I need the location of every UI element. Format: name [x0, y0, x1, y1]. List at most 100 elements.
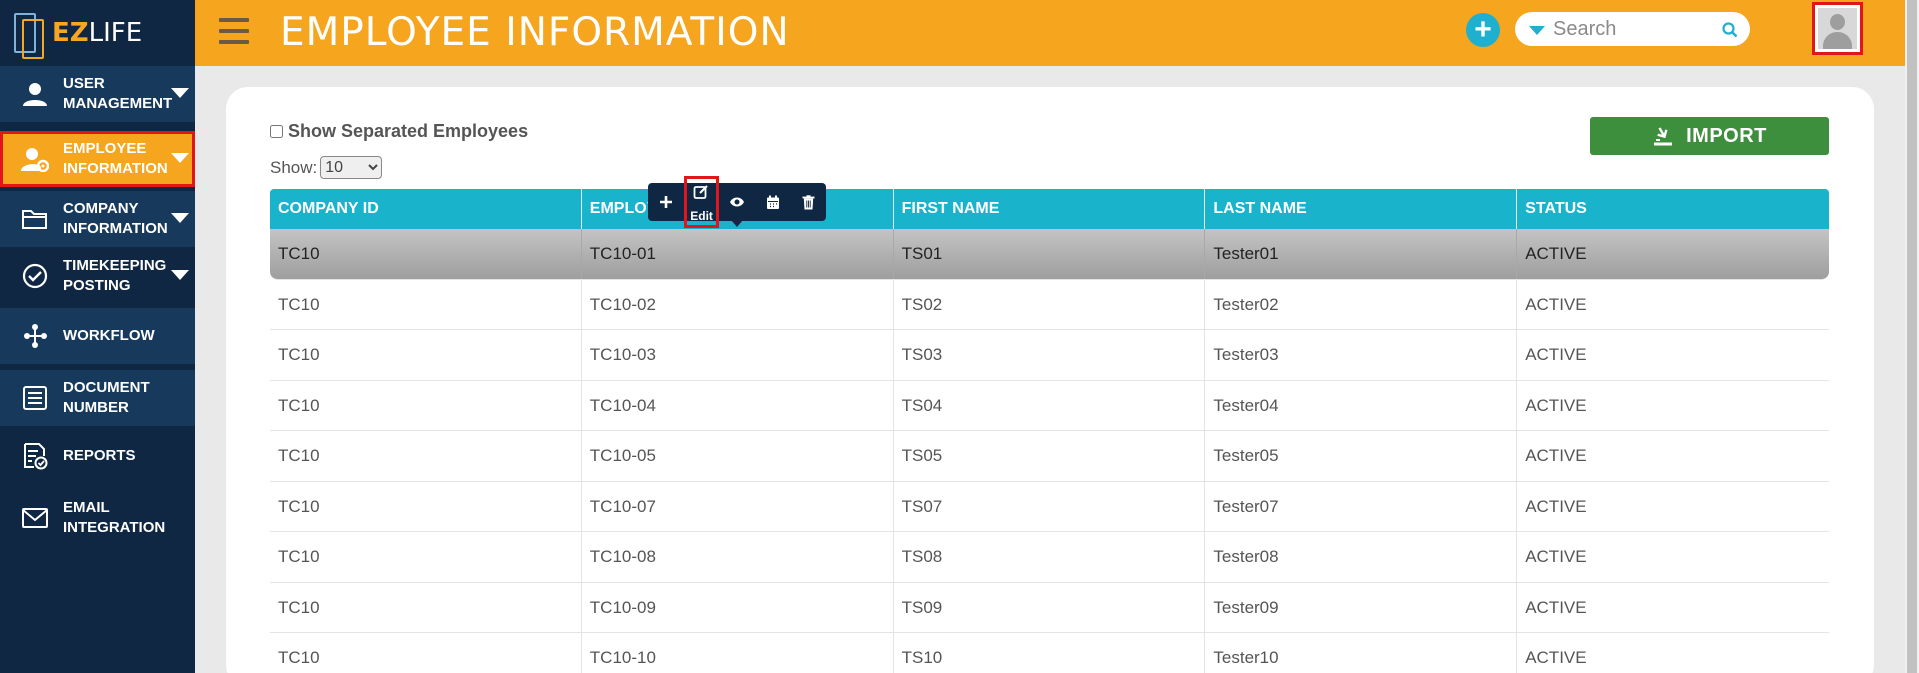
table-row[interactable]: TC10 TC10-09 TS09 Tester09 ACTIVE	[270, 582, 1829, 633]
table-cell: Tester02	[1205, 279, 1518, 329]
table-cell: Tester01	[1205, 229, 1518, 279]
table-row[interactable]: TC10 TC10-02 TS02 Tester02 ACTIVE	[270, 279, 1829, 330]
edit-tooltip: Edit	[690, 209, 713, 223]
user-gear-icon	[18, 146, 52, 172]
edit-icon	[693, 185, 709, 199]
add-button[interactable]: +	[1466, 13, 1500, 47]
table-row[interactable]: TC10 TC10-07 TS07 Tester07 ACTIVE	[270, 481, 1829, 532]
show-separated-checkbox[interactable]	[270, 125, 283, 138]
chevron-down-icon[interactable]	[171, 88, 189, 98]
table-row[interactable]: TC10 TC10-03 TS03 Tester03 ACTIVE	[270, 330, 1829, 381]
view-button[interactable]	[719, 183, 755, 221]
column-header-company-id[interactable]: COMPANY ID	[270, 189, 582, 229]
folder-icon	[18, 207, 52, 231]
table-cell: Tester07	[1205, 481, 1518, 531]
sidebar: EZLIFE USER MANAGEMENT EMPLOYEE INFORMATIO…	[0, 0, 195, 673]
plus-icon	[659, 196, 672, 208]
edit-button[interactable]: Edit	[683, 176, 720, 228]
table-cell: ACTIVE	[1525, 446, 1587, 465]
trash-icon	[802, 194, 815, 209]
scrollbar-thumb[interactable]	[1907, 0, 1917, 673]
table-cell: TS10	[894, 633, 1206, 673]
toolbar-pointer	[731, 220, 743, 227]
table-cell: ACTIVE	[1525, 294, 1587, 314]
table-cell: TC10	[270, 633, 582, 673]
table-cell: TC10	[270, 582, 582, 632]
table-cell: Tester04	[1205, 380, 1518, 430]
table-cell: Tester03	[1205, 330, 1518, 380]
table-cell: TC10-09	[582, 582, 894, 632]
table-row[interactable]: TC10 TC10-05 TS05 Tester05 ACTIVE	[270, 431, 1829, 482]
table-row[interactable]: TC10 TC10-08 TS08 Tester08 ACTIVE	[270, 532, 1829, 583]
sidebar-item-document-number[interactable]: DOCUMENT NUMBER	[0, 370, 195, 426]
add-row-button[interactable]	[648, 183, 684, 221]
table-cell: TS04	[894, 380, 1206, 430]
table-cell: ACTIVE	[1525, 244, 1587, 263]
chevron-down-icon[interactable]	[171, 153, 189, 163]
chevron-down-icon[interactable]	[171, 270, 189, 280]
search-input[interactable]	[1553, 17, 1723, 41]
table-body: TC10 TC10-01 TS01 Tester01 ACTIVE TC10 TC10-02…	[270, 229, 1829, 673]
sidebar-item-company-information[interactable]: COMPANY INFORMATION	[0, 191, 195, 247]
search-filter-dropdown-icon[interactable]	[1529, 26, 1545, 35]
table-cell: TC10-01	[582, 229, 894, 279]
table-cell: ACTIVE	[1525, 597, 1587, 617]
table-row[interactable]: TC10 TC10-10 TS10 Tester10 ACTIVE	[270, 633, 1829, 673]
chevron-down-icon[interactable]	[171, 213, 189, 223]
delete-button[interactable]	[790, 183, 826, 221]
table-cell: TC10-02	[582, 279, 894, 329]
table-cell: ACTIVE	[1525, 648, 1587, 667]
column-header-last-name[interactable]: LAST NAME	[1205, 189, 1518, 229]
table-cell: TC10	[270, 229, 582, 279]
mail-icon	[18, 507, 52, 529]
table-cell: Tester05	[1205, 431, 1518, 481]
row-action-toolbar: Edit	[648, 176, 826, 228]
avatar[interactable]	[1812, 2, 1863, 55]
table-cell: TC10-04	[582, 380, 894, 430]
table-cell: ACTIVE	[1525, 345, 1587, 364]
column-header-first-name[interactable]: FIRST NAME	[894, 189, 1206, 229]
table-cell: TC10	[270, 481, 582, 531]
employee-table: COMPANY ID EMPLOY FIRST NAME LAST NAME S…	[270, 189, 1829, 673]
table-cell: TC10-08	[582, 532, 894, 582]
table-cell: TS07	[894, 481, 1206, 531]
list-icon	[18, 385, 52, 411]
import-button[interactable]: IMPORT	[1590, 117, 1829, 155]
page-size-select[interactable]: 10	[320, 156, 383, 179]
sidebar-item-email-integration[interactable]: EMAIL INTEGRATION	[0, 490, 195, 546]
table-cell: ACTIVE	[1525, 395, 1587, 415]
column-header-status[interactable]: STATUS	[1517, 189, 1829, 229]
top-header: EMPLOYEE INFORMATION +	[195, 0, 1919, 66]
app-logo[interactable]: EZLIFE	[0, 0, 195, 66]
table-cell: TC10-03	[582, 330, 894, 380]
search-icon[interactable]	[1722, 22, 1738, 38]
sidebar-item-employee-information[interactable]: EMPLOYEE INFORMATION	[0, 131, 195, 187]
table-row[interactable]: TC10 TC10-01 TS01 Tester01 ACTIVE	[270, 229, 1829, 280]
table-cell: TC10	[270, 330, 582, 380]
table-cell: TC10-05	[582, 431, 894, 481]
sidebar-item-user-management[interactable]: USER MANAGEMENT	[0, 66, 195, 122]
hamburger-menu-icon[interactable]	[219, 18, 249, 46]
show-separated-employees[interactable]: Show Separated Employees	[270, 121, 528, 142]
table-row[interactable]: TC10 TC10-04 TS04 Tester04 ACTIVE	[270, 380, 1829, 431]
table-cell: TC10-07	[582, 481, 894, 531]
table-cell: Tester09	[1205, 582, 1518, 632]
search-box	[1515, 12, 1750, 46]
table-cell: TS08	[894, 532, 1206, 582]
table-header: COMPANY ID EMPLOY FIRST NAME LAST NAME S…	[270, 189, 1829, 229]
sidebar-item-reports[interactable]: REPORTS	[0, 428, 195, 484]
sidebar-item-timekeeping-posting[interactable]: TIMEKEEPING POSTING	[0, 248, 195, 304]
calendar-icon	[766, 195, 779, 209]
logo-text: EZLIFE	[52, 18, 143, 48]
page-title: EMPLOYEE INFORMATION	[280, 10, 790, 55]
report-icon	[18, 442, 52, 470]
table-cell: TS01	[894, 229, 1206, 279]
table-cell: TC10-10	[582, 633, 894, 673]
sidebar-item-workflow[interactable]: WORKFLOW	[0, 308, 195, 364]
eye-icon	[729, 197, 744, 207]
table-cell: Tester08	[1205, 532, 1518, 582]
show-label: Show:	[270, 157, 318, 177]
table-cell: TC10	[270, 380, 582, 430]
schedule-button[interactable]	[755, 183, 791, 221]
workflow-icon	[18, 323, 52, 349]
